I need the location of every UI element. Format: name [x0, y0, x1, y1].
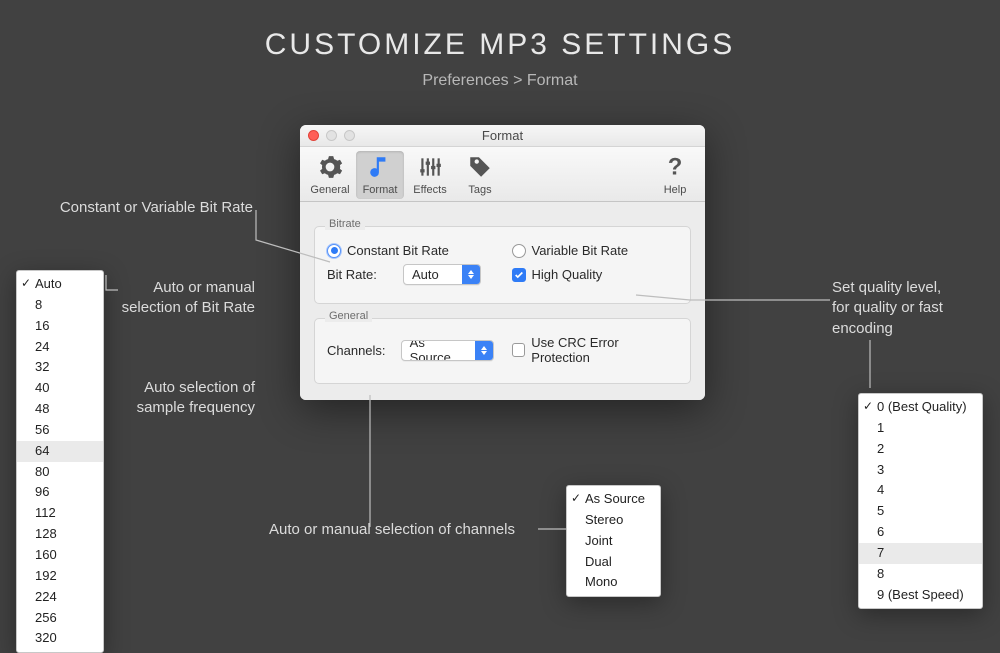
menu-item[interactable]: 96: [17, 482, 103, 503]
chevron-updown-icon: [462, 265, 480, 284]
menu-item[interactable]: 4: [859, 480, 982, 501]
tag-icon: [467, 154, 493, 183]
annotation-bitrate-select: Auto or manual selection of Bit Rate: [120, 278, 255, 319]
menu-item[interactable]: 0 (Best Quality): [859, 397, 982, 418]
menu-item[interactable]: 256: [17, 608, 103, 629]
channels-field-label: Channels:: [327, 343, 395, 358]
toolbar: General Format Effects Tags ? Help: [300, 147, 705, 202]
annotation-channels: Auto or manual selection of channels: [252, 520, 532, 540]
window-title: Format: [300, 128, 705, 143]
chevron-updown-icon: [475, 341, 492, 360]
help-button[interactable]: ? Help: [651, 151, 699, 199]
menu-item[interactable]: 112: [17, 503, 103, 524]
breadcrumb: Preferences > Format: [0, 72, 1000, 90]
menu-item[interactable]: 224: [17, 587, 103, 608]
menu-item[interactable]: 7: [859, 543, 982, 564]
radio-constant-label: Constant Bit Rate: [347, 243, 449, 258]
high-quality-label: High Quality: [532, 267, 603, 282]
general-legend: General: [325, 310, 372, 322]
radio-variable-label: Variable Bit Rate: [532, 243, 629, 258]
annotation-sample-freq: Auto selection of sample frequency: [120, 378, 255, 419]
menu-item[interactable]: 8: [17, 295, 103, 316]
menu-item[interactable]: 32: [17, 357, 103, 378]
tab-effects-label: Effects: [413, 184, 446, 196]
menu-item[interactable]: 3: [859, 460, 982, 481]
tab-tags[interactable]: Tags: [456, 151, 504, 199]
preferences-window: Format General Format Effects Tags: [300, 125, 705, 400]
annotation-quality: Set quality level, for quality or fast e…: [832, 278, 982, 339]
menu-item[interactable]: 80: [17, 462, 103, 483]
menu-item[interactable]: 5: [859, 501, 982, 522]
menu-item[interactable]: 1: [859, 418, 982, 439]
menu-item[interactable]: 128: [17, 524, 103, 545]
checkbox-icon: [512, 343, 526, 357]
bitrate-select[interactable]: Auto: [403, 264, 481, 285]
menu-item[interactable]: Auto: [17, 274, 103, 295]
menu-item[interactable]: As Source: [567, 489, 660, 510]
menu-item[interactable]: 8: [859, 564, 982, 585]
channels-dropdown-menu[interactable]: As SourceStereoJointDualMono: [566, 485, 661, 597]
tab-general[interactable]: General: [306, 151, 354, 199]
tab-effects[interactable]: Effects: [406, 151, 454, 199]
svg-text:?: ?: [668, 154, 683, 180]
radio-constant-bitrate[interactable]: Constant Bit Rate: [327, 243, 494, 258]
titlebar: Format: [300, 125, 705, 147]
menu-item[interactable]: 192: [17, 566, 103, 587]
content: Bitrate Constant Bit Rate Variable Bit R…: [300, 202, 705, 400]
menu-item[interactable]: 64: [17, 441, 103, 462]
radio-variable-bitrate[interactable]: Variable Bit Rate: [512, 243, 679, 258]
bitrate-legend: Bitrate: [325, 218, 365, 230]
tab-general-label: General: [310, 184, 349, 196]
checkbox-icon: [512, 268, 526, 282]
menu-item[interactable]: 40: [17, 378, 103, 399]
menu-item[interactable]: Stereo: [567, 510, 660, 531]
menu-item[interactable]: 16: [17, 316, 103, 337]
channels-select-value: As Source: [402, 340, 476, 361]
tab-format[interactable]: Format: [356, 151, 404, 199]
radio-icon: [512, 244, 526, 258]
menu-item[interactable]: 56: [17, 420, 103, 441]
bitrate-field-label: Bit Rate:: [327, 267, 397, 282]
tab-tags-label: Tags: [468, 184, 491, 196]
bitrate-dropdown-menu[interactable]: Auto816243240485664809611212816019222425…: [16, 270, 104, 653]
page-title: CUSTOMIZE MP3 SETTINGS: [0, 28, 1000, 62]
menu-item[interactable]: Mono: [567, 572, 660, 593]
bitrate-select-value: Auto: [404, 267, 462, 282]
menu-item[interactable]: 2: [859, 439, 982, 460]
menu-item[interactable]: Joint: [567, 531, 660, 552]
menu-item[interactable]: Dual: [567, 552, 660, 573]
menu-item[interactable]: 160: [17, 545, 103, 566]
channels-select[interactable]: As Source: [401, 340, 494, 361]
checkbox-crc[interactable]: Use CRC Error Protection: [512, 335, 679, 365]
help-icon: ?: [662, 154, 688, 183]
tab-format-label: Format: [363, 184, 398, 196]
gear-icon: [317, 154, 343, 183]
sliders-icon: [417, 154, 443, 183]
bitrate-group: Bitrate Constant Bit Rate Variable Bit R…: [314, 226, 691, 304]
crc-label: Use CRC Error Protection: [531, 335, 678, 365]
general-group: General Channels: As Source Use CRC Erro…: [314, 318, 691, 384]
menu-item[interactable]: 24: [17, 337, 103, 358]
music-note-icon: [367, 154, 393, 183]
help-label: Help: [664, 184, 687, 196]
quality-dropdown-menu[interactable]: 0 (Best Quality)123456789 (Best Speed): [858, 393, 983, 609]
radio-icon: [327, 244, 341, 258]
menu-item[interactable]: 320: [17, 628, 103, 649]
checkbox-high-quality[interactable]: High Quality: [512, 267, 679, 282]
menu-item[interactable]: 48: [17, 399, 103, 420]
menu-item[interactable]: 6: [859, 522, 982, 543]
menu-item[interactable]: 9 (Best Speed): [859, 585, 982, 606]
annotation-cbr-vbr: Constant or Variable Bit Rate: [38, 198, 253, 218]
